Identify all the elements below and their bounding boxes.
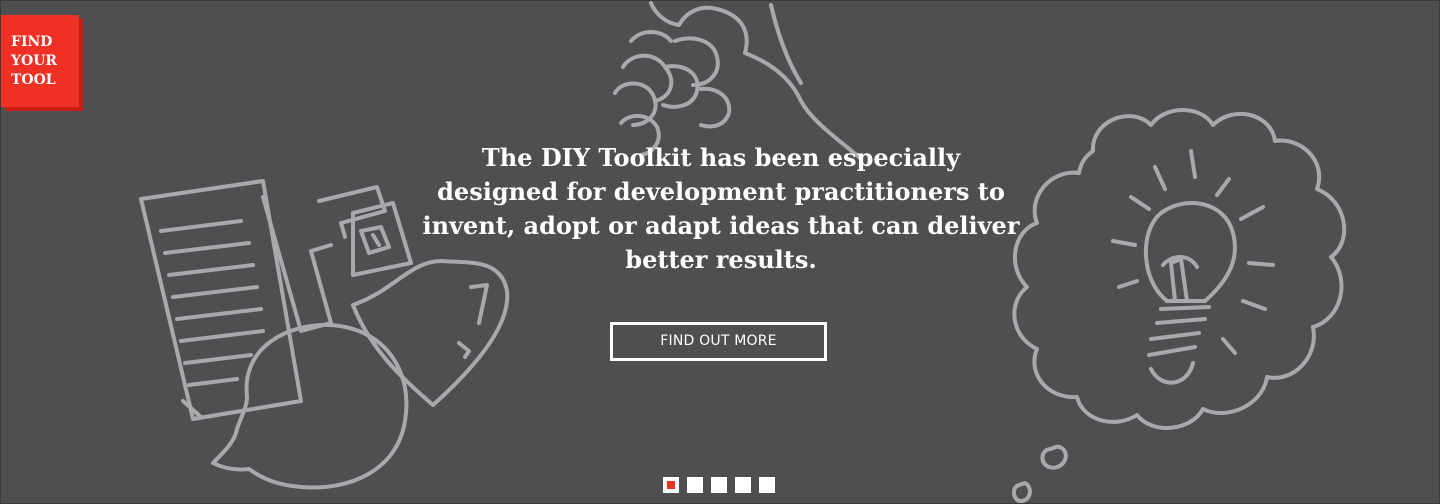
find-out-more-button[interactable]: FIND OUT MORE xyxy=(610,322,827,361)
slider-pagination xyxy=(663,477,775,493)
lightbulb-thought-doodle-icon xyxy=(1012,108,1347,503)
find-your-tool-line-3: TOOL xyxy=(11,72,56,88)
slider-dot-1[interactable] xyxy=(663,477,679,493)
slider-dot-2[interactable] xyxy=(687,477,703,493)
document-doodle-icon xyxy=(139,179,303,421)
hero-headline: The DIY Toolkit has been especially desi… xyxy=(422,143,1020,274)
find-your-tool-line-2: YOUR xyxy=(11,53,58,69)
slider-dot-3[interactable] xyxy=(711,477,727,493)
slider-dot-4[interactable] xyxy=(735,477,751,493)
slider-dot-5[interactable] xyxy=(759,477,775,493)
hero-slider: FIND YOUR TOOL The DIY Toolkit has been … xyxy=(0,0,1440,504)
heart-doodle-icon xyxy=(351,259,510,407)
fist-doodle-icon xyxy=(613,1,863,161)
find-your-tool-button[interactable]: FIND YOUR TOOL xyxy=(1,15,79,107)
find-your-tool-line-1: FIND xyxy=(11,34,53,50)
